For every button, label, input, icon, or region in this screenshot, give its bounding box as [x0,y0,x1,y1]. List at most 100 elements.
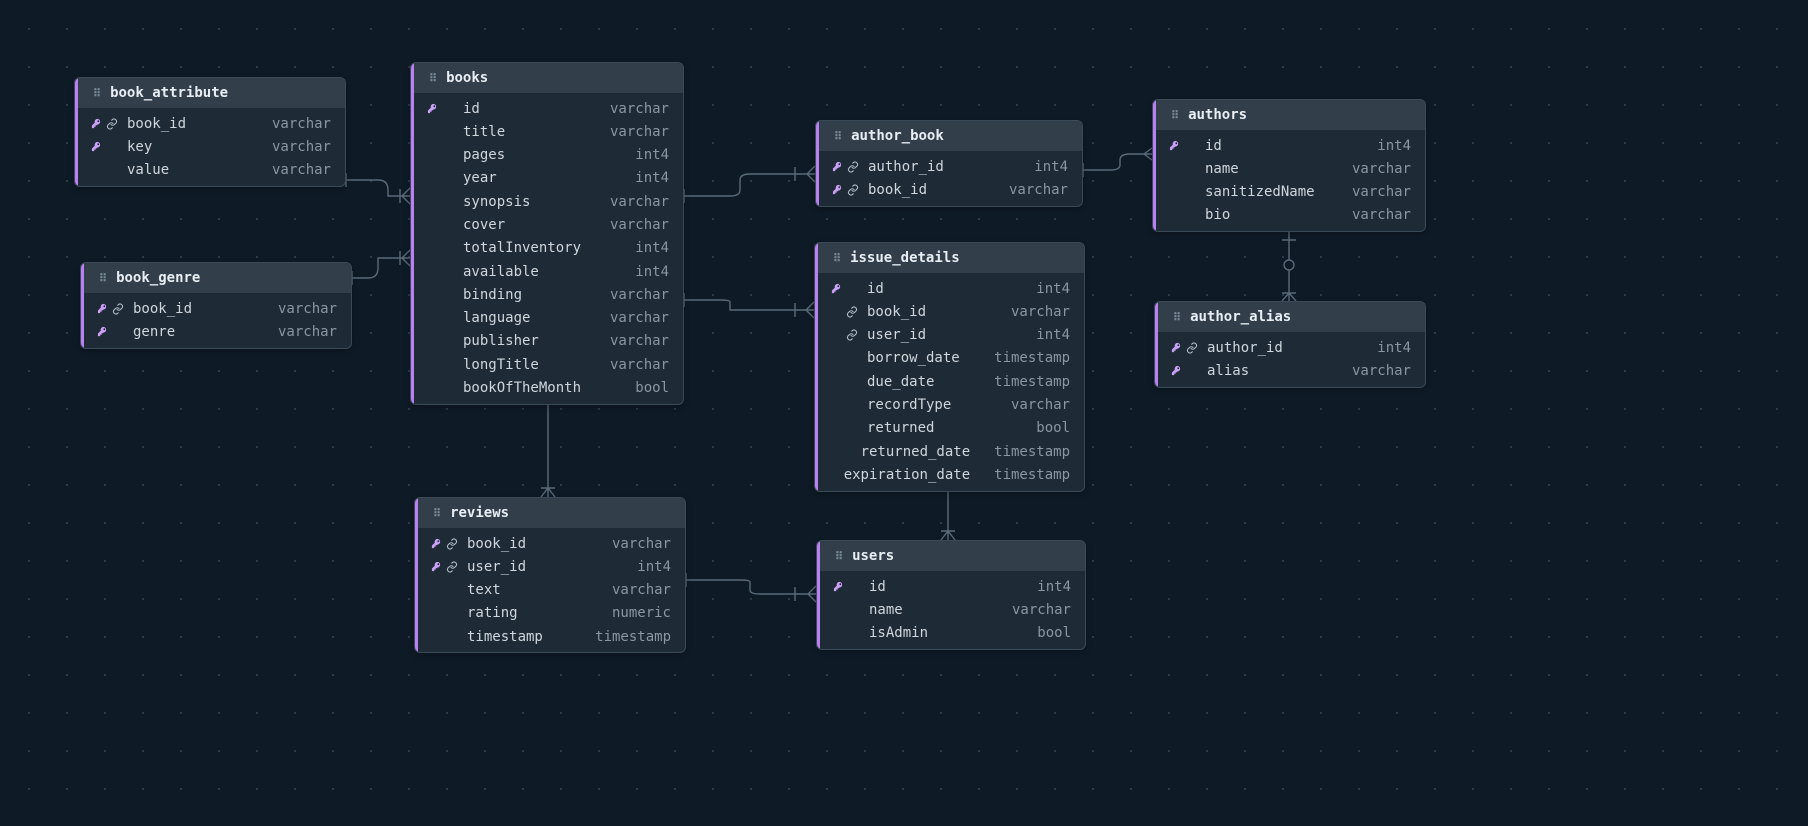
field-row[interactable]: bindingvarchar [411,283,683,306]
field-row[interactable]: author_idint4 [1155,336,1425,359]
field-row[interactable]: titlevarchar [411,120,683,143]
field-row[interactable]: timestamptimestamp [415,625,685,648]
drag-handle-icon[interactable]: ⠿ [99,273,108,284]
field-list: book_idvarcharuser_idint4textvarcharrati… [415,528,685,652]
field-row[interactable]: bookOfTheMonthbool [411,377,683,400]
entity-authors[interactable]: ⠿authorsidint4namevarcharsanitizedNameva… [1152,99,1426,232]
field-list: book_idvarcharkeyvarcharvaluevarchar [75,108,345,186]
field-row[interactable]: user_idint4 [415,555,685,578]
field-name: id [867,279,884,299]
field-row[interactable]: user_idint4 [815,324,1084,347]
entity-header-reviews[interactable]: ⠿reviews [415,498,685,528]
drag-handle-icon[interactable]: ⠿ [1173,312,1182,323]
entity-books[interactable]: ⠿booksidvarchartitlevarcharpagesint4year… [410,62,684,405]
field-type: bool [1012,418,1070,438]
field-name: borrow_date [867,348,960,368]
field-list: author_idint4book_idvarchar [816,151,1082,206]
primary-key-icon [89,118,103,129]
field-type: varchar [985,180,1068,200]
drag-handle-icon[interactable]: ⠿ [429,73,438,84]
field-row[interactable]: aliasvarchar [1155,359,1425,382]
entity-header-book_genre[interactable]: ⠿book_genre [81,263,351,293]
entity-accent-bar [815,243,818,491]
field-row[interactable]: publishervarchar [411,330,683,353]
field-row[interactable]: book_idvarchar [815,300,1084,323]
field-row[interactable]: ratingnumeric [415,602,685,625]
field-row[interactable]: book_idvarchar [75,112,345,135]
field-name: sanitizedName [1205,182,1315,202]
entity-header-book_attribute[interactable]: ⠿ book_attribute [75,78,345,108]
field-row[interactable]: synopsisvarchar [411,190,683,213]
entity-header-users[interactable]: ⠿users [817,541,1085,571]
field-row[interactable]: textvarchar [415,579,685,602]
drag-handle-icon[interactable]: ⠿ [835,551,844,562]
entity-book_genre[interactable]: ⠿book_genre book_idvarchargenrevarchar [80,262,352,349]
field-name: available [463,262,539,282]
diagram-canvas[interactable]: ⠿book_attributebook_idvarcharkeyvarcharv… [0,0,1808,826]
field-row[interactable]: pagesint4 [411,144,683,167]
field-name: bookOfTheMonth [463,378,581,398]
field-row[interactable]: book_idvarchar [415,532,685,555]
field-type: timestamp [970,372,1070,392]
field-row[interactable]: recordTypevarchar [815,393,1084,416]
field-row[interactable]: expiration_datetimestamp [815,463,1084,486]
field-row[interactable]: biovarchar [1153,204,1425,227]
field-name: cover [463,215,505,235]
field-row[interactable]: idint4 [1153,134,1425,157]
field-name: totalInventory [463,238,581,258]
entity-issue_details[interactable]: ⠿issue_details idint4book_idvarcharuser_i… [814,242,1085,492]
entity-book_attribute[interactable]: ⠿ book_attribute book_idvarcharkeyvarcharv… [74,77,346,187]
field-row[interactable]: valuevarchar [75,159,345,182]
entity-header-issue_details[interactable]: ⠿issue_details [815,243,1084,273]
field-row[interactable]: book_idvarchar [816,178,1082,201]
field-row[interactable]: totalInventoryint4 [411,237,683,260]
field-row[interactable]: idint4 [815,277,1084,300]
drag-handle-icon[interactable]: ⠿ [834,131,843,142]
field-row[interactable]: keyvarchar [75,135,345,158]
drag-handle-icon[interactable]: ⠿ [833,253,842,264]
field-row[interactable]: book_idvarchar [81,297,351,320]
field-row[interactable]: borrow_datetimestamp [815,347,1084,370]
foreign-key-icon [846,161,860,173]
field-type: timestamp [970,465,1070,485]
field-type: varchar [1328,159,1411,179]
entity-users[interactable]: ⠿users idint4namevarcharisAdminbool [816,540,1086,650]
primary-key-icon [1169,365,1183,376]
field-name: text [467,580,501,600]
field-name: pages [463,145,505,165]
field-type: varchar [248,114,331,134]
field-type: varchar [586,285,669,305]
entity-header-author_alias[interactable]: ⠿author_alias [1155,302,1425,332]
field-row[interactable]: longTitlevarchar [411,353,683,376]
field-row[interactable]: availableint4 [411,260,683,283]
entity-header-author_book[interactable]: ⠿author_book [816,121,1082,151]
field-row[interactable]: covervarchar [411,213,683,236]
field-row[interactable]: idint4 [817,575,1085,598]
field-row[interactable]: author_idint4 [816,155,1082,178]
entity-header-authors[interactable]: ⠿authors [1153,100,1425,130]
field-name: name [869,600,903,620]
field-type: varchar [254,322,337,342]
entity-author_book[interactable]: ⠿author_bookauthor_idint4book_idvarchar [815,120,1083,207]
field-row[interactable]: idvarchar [411,97,683,120]
field-row[interactable]: namevarchar [817,598,1085,621]
field-row[interactable]: yearint4 [411,167,683,190]
field-row[interactable]: genrevarchar [81,320,351,343]
entity-title: book_attribute [110,85,228,101]
drag-handle-icon[interactable]: ⠿ [93,88,102,99]
field-row[interactable]: sanitizedNamevarchar [1153,181,1425,204]
entity-author_alias[interactable]: ⠿author_alias author_idint4aliasvarchar [1154,301,1426,388]
field-row[interactable]: languagevarchar [411,307,683,330]
field-type: varchar [987,395,1070,415]
field-row[interactable]: isAdminbool [817,622,1085,645]
field-row[interactable]: returnedbool [815,417,1084,440]
field-row[interactable]: namevarchar [1153,157,1425,180]
drag-handle-icon[interactable]: ⠿ [433,508,442,519]
entity-header-books[interactable]: ⠿books [411,63,683,93]
drag-handle-icon[interactable]: ⠿ [1171,110,1180,121]
field-name: id [463,99,480,119]
connector-book_attribute-books [346,173,410,204]
entity-reviews[interactable]: ⠿reviewsbook_idvarcharuser_idint4textvar… [414,497,686,653]
field-row[interactable]: due_datetimestamp [815,370,1084,393]
field-row[interactable]: returned_datetimestamp [815,440,1084,463]
